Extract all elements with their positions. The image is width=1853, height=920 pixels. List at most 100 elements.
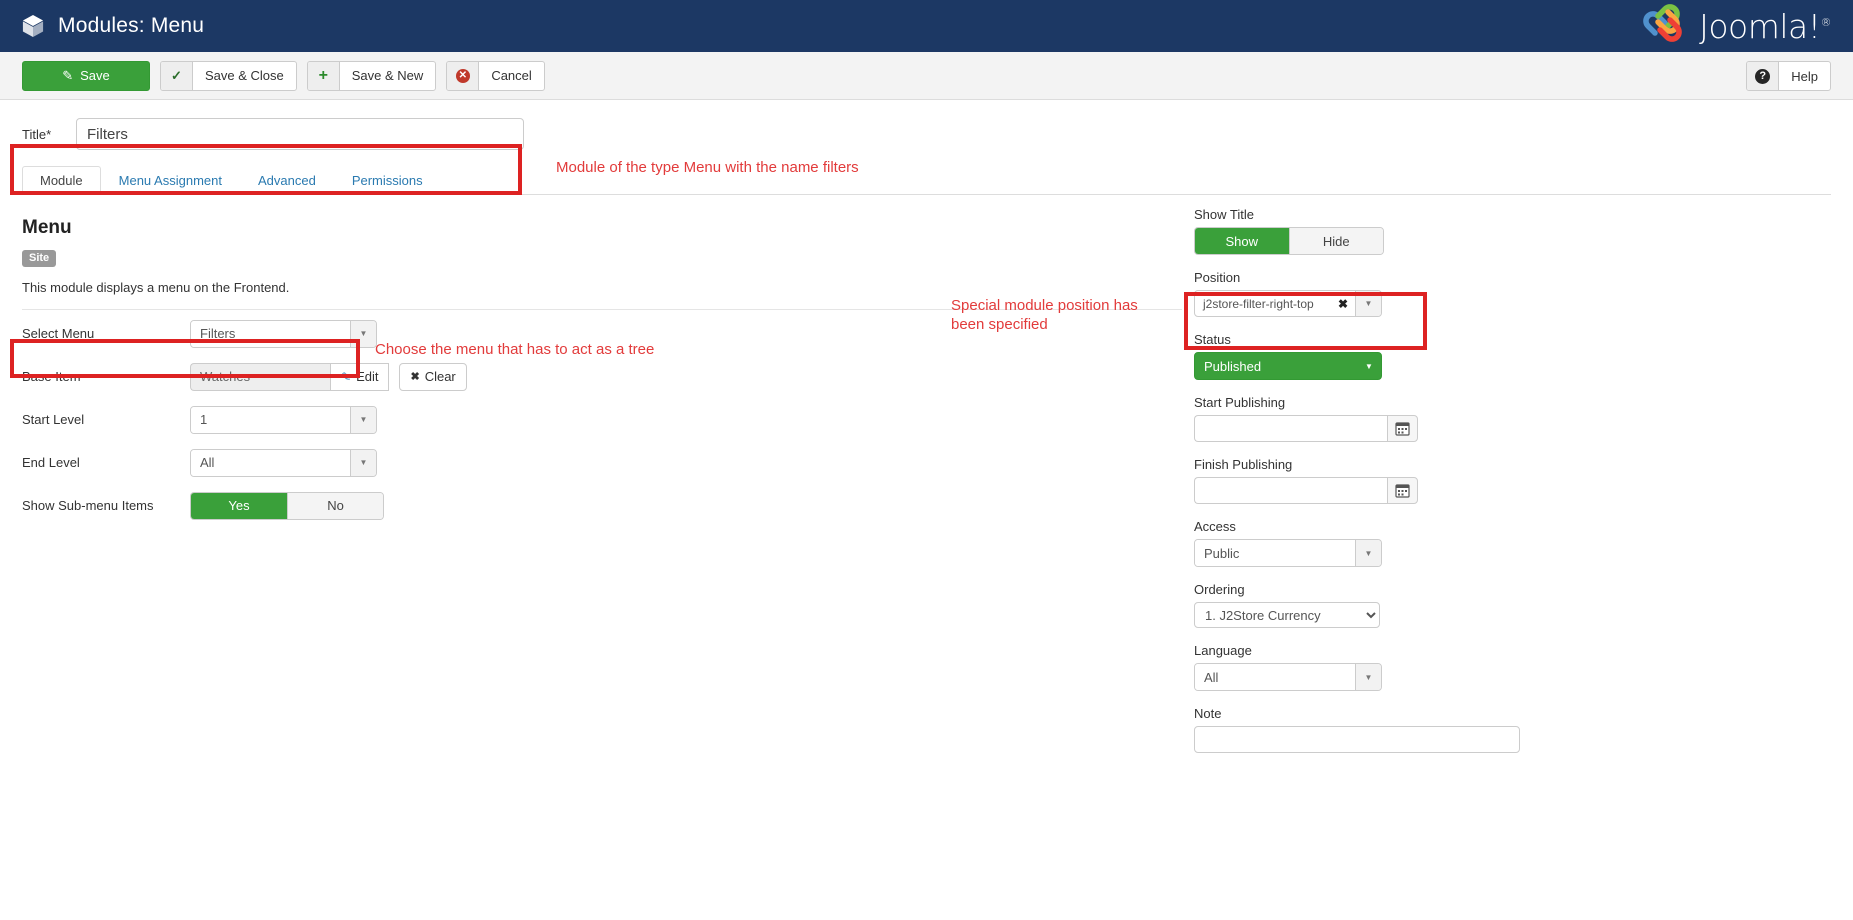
tab-bar: Module Menu Assignment Advanced Permissi… xyxy=(22,166,1831,195)
show-submenu-no-option[interactable]: No xyxy=(287,493,383,519)
help-button-label: Help xyxy=(1779,69,1830,84)
close-icon: ✖ xyxy=(410,370,419,383)
access-value: Public xyxy=(1195,540,1355,566)
language-label: Language xyxy=(1194,643,1822,658)
registered-mark: ® xyxy=(1821,16,1832,29)
chevron-down-icon: ▼ xyxy=(350,407,376,433)
access-dropdown[interactable]: Public ▼ xyxy=(1194,539,1382,567)
field-status: Status Published ▼ xyxy=(1194,332,1822,380)
start-publishing-label: Start Publishing xyxy=(1194,395,1822,410)
field-ordering: Ordering 1. J2Store Currency xyxy=(1194,582,1822,628)
show-title-show-option[interactable]: Show xyxy=(1195,228,1289,254)
select-menu-control: Filters ▼ xyxy=(190,320,377,348)
start-publishing-input[interactable] xyxy=(1194,415,1387,442)
tab-advanced[interactable]: Advanced xyxy=(240,166,334,195)
joomla-wordmark: Joomla!® xyxy=(1699,7,1831,46)
tab-permissions[interactable]: Permissions xyxy=(334,166,441,195)
save-close-button[interactable]: ✓ Save & Close xyxy=(160,61,297,91)
position-dropdown[interactable]: j2store-filter-right-top ✖ ▼ xyxy=(1194,290,1382,317)
main-column: Menu Site This module displays a menu on… xyxy=(22,195,1182,768)
select-menu-dropdown[interactable]: Filters ▼ xyxy=(190,320,377,348)
save-button[interactable]: ✎ Save xyxy=(22,61,150,91)
chevron-down-icon: ▼ xyxy=(1355,291,1381,316)
field-position: Position j2store-filter-right-top ✖ ▼ xyxy=(1194,270,1822,317)
field-language: Language All ▼ xyxy=(1194,643,1822,691)
cancel-button-label: Cancel xyxy=(479,68,543,83)
show-submenu-toggle: Yes No xyxy=(190,492,384,520)
save-button-label: Save xyxy=(80,68,110,83)
joomla-logo: Joomla!® xyxy=(1638,3,1831,49)
check-icon: ✓ xyxy=(161,62,193,90)
position-label: Position xyxy=(1194,270,1822,285)
cancel-button[interactable]: ✕ Cancel xyxy=(446,61,544,91)
joomla-wordmark-text: Joomla! xyxy=(1699,7,1820,46)
field-row-start-level: Start Level 1 ▼ xyxy=(22,400,1182,439)
annotation-menu-note: Choose the menu that has to act as a tre… xyxy=(375,340,654,359)
note-input[interactable] xyxy=(1194,726,1520,753)
sidebar-column: Show Title Show Hide Position j2store-fi… xyxy=(1182,195,1822,768)
finish-publishing-input[interactable] xyxy=(1194,477,1387,504)
show-submenu-label: Show Sub-menu Items xyxy=(22,498,190,513)
show-submenu-control: Yes No xyxy=(190,492,384,520)
select-menu-value: Filters xyxy=(191,321,350,347)
body-columns: Menu Site This module displays a menu on… xyxy=(0,195,1853,768)
chevron-down-icon: ▼ xyxy=(350,450,376,476)
finish-publishing-group xyxy=(1194,477,1418,504)
end-level-control: All ▼ xyxy=(190,449,377,477)
annotation-title-note: Module of the type Menu with the name fi… xyxy=(556,158,859,177)
save-new-button[interactable]: + Save & New xyxy=(307,61,437,91)
title-row: Title* xyxy=(0,100,1853,150)
cancel-circle-icon: ✕ xyxy=(447,62,479,90)
status-dropdown[interactable]: Published ▼ xyxy=(1194,352,1382,380)
question-icon: ? xyxy=(1747,62,1779,90)
page-content: Module of the type Menu with the name fi… xyxy=(0,100,1853,768)
help-button[interactable]: ? Help xyxy=(1746,61,1831,91)
tab-menu-assignment[interactable]: Menu Assignment xyxy=(101,166,240,195)
start-level-dropdown[interactable]: 1 ▼ xyxy=(190,406,377,434)
save-new-button-label: Save & New xyxy=(340,68,436,83)
base-item-edit-label: Edit xyxy=(356,369,378,384)
base-item-group: Watches ✎ Edit ✖ Clear xyxy=(190,363,467,391)
module-description: This module displays a menu on the Front… xyxy=(22,280,1182,295)
title-label-text: Title xyxy=(22,127,46,142)
chevron-down-icon: ▼ xyxy=(1357,353,1381,379)
field-start-publishing: Start Publishing xyxy=(1194,395,1822,442)
base-item-label: Base Item xyxy=(22,369,190,384)
end-level-dropdown[interactable]: All ▼ xyxy=(190,449,377,477)
start-level-label: Start Level xyxy=(22,412,190,427)
show-title-label: Show Title xyxy=(1194,207,1822,222)
show-submenu-yes-option[interactable]: Yes xyxy=(191,493,287,519)
base-item-control: Watches ✎ Edit ✖ Clear xyxy=(190,363,467,391)
ordering-label: Ordering xyxy=(1194,582,1822,597)
finish-publishing-label: Finish Publishing xyxy=(1194,457,1822,472)
annotation-position-note: Special module position has been specifi… xyxy=(951,296,1138,334)
clear-position-icon[interactable]: ✖ xyxy=(1331,291,1355,316)
cube-icon xyxy=(22,14,44,38)
base-item-edit-button[interactable]: ✎ Edit xyxy=(330,363,389,391)
base-item-value: Watches xyxy=(190,363,330,391)
language-dropdown[interactable]: All ▼ xyxy=(1194,663,1382,691)
base-item-clear-label: Clear xyxy=(425,369,456,384)
field-show-title: Show Title Show Hide xyxy=(1194,207,1822,255)
end-level-value: All xyxy=(191,450,350,476)
title-input[interactable] xyxy=(76,118,524,150)
show-title-toggle: Show Hide xyxy=(1194,227,1384,255)
joomla-brand-icon xyxy=(1638,3,1690,49)
chevron-down-icon: ▼ xyxy=(1355,664,1381,690)
base-item-clear-button[interactable]: ✖ Clear xyxy=(399,363,466,391)
field-row-end-level: End Level All ▼ xyxy=(22,443,1182,482)
show-title-hide-option[interactable]: Hide xyxy=(1289,228,1384,254)
calendar-icon[interactable] xyxy=(1387,477,1418,504)
required-asterisk: * xyxy=(46,127,51,142)
save-close-button-label: Save & Close xyxy=(193,68,296,83)
calendar-icon[interactable] xyxy=(1387,415,1418,442)
chevron-down-icon: ▼ xyxy=(350,321,376,347)
field-row-show-submenu: Show Sub-menu Items Yes No xyxy=(22,486,1182,525)
field-finish-publishing: Finish Publishing xyxy=(1194,457,1822,504)
language-value: All xyxy=(1195,664,1355,690)
tab-module[interactable]: Module xyxy=(22,166,101,195)
ordering-select[interactable]: 1. J2Store Currency xyxy=(1194,602,1380,628)
app-header: Modules: Menu Joomla!® xyxy=(0,0,1853,52)
select-menu-label: Select Menu xyxy=(22,326,190,341)
toolbar-right: ? Help xyxy=(1746,61,1831,91)
